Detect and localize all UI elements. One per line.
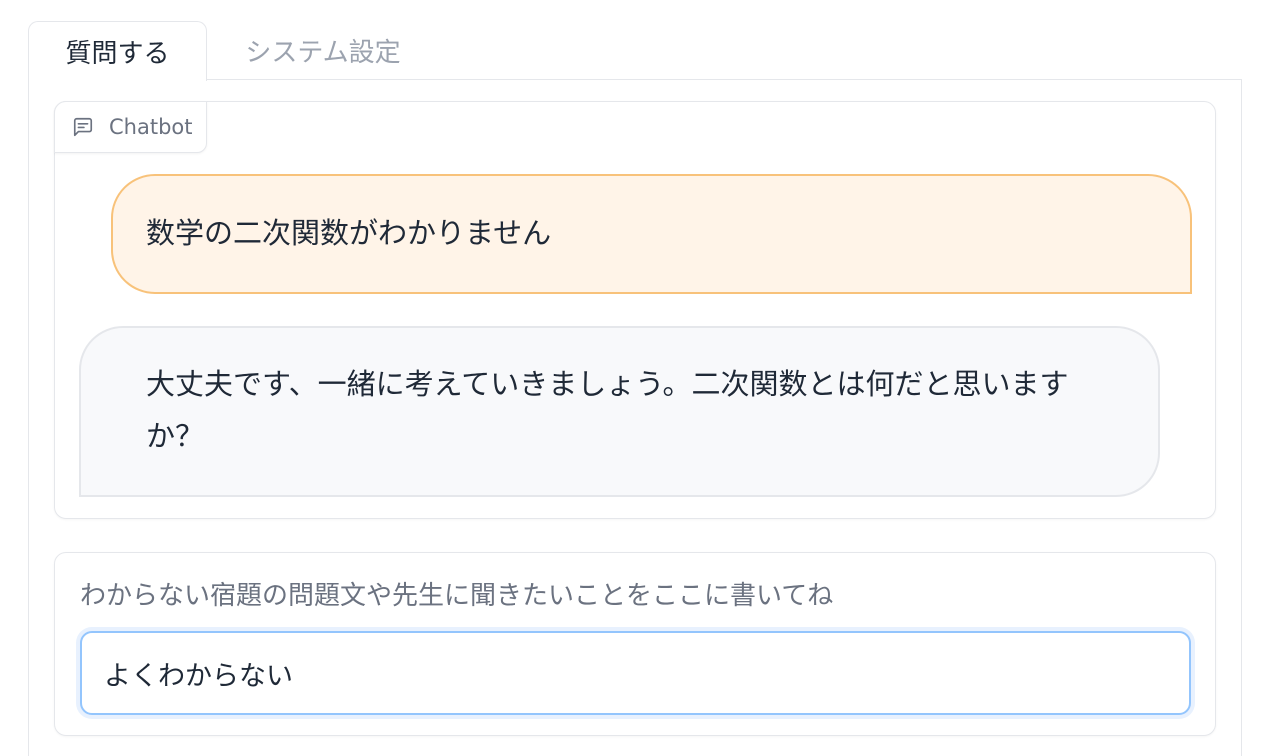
chatbot-label-badge: Chatbot — [54, 101, 207, 153]
tab-ask-question[interactable]: 質問する — [28, 21, 207, 81]
chatbot-panel: Chatbot 数学の二次関数がわかりません 大丈夫です、一緒に考えていきましょ… — [54, 101, 1216, 519]
question-input[interactable]: よくわからない — [80, 631, 1191, 715]
chat-bubble-icon — [73, 117, 93, 137]
bot-message-bubble: 大丈夫です、一緒に考えていきましょう。二次関数とは何だと思いますか？ — [79, 326, 1160, 497]
tab-bar: 質問する システム設定 — [28, 21, 1242, 81]
user-message-bubble: 数学の二次関数がわかりません — [111, 174, 1192, 294]
tab-system-settings[interactable]: システム設定 — [228, 21, 418, 79]
question-input-label: わからない宿題の問題文や先生に聞きたいことをここに書いてね — [80, 581, 834, 611]
chatbot-label-text: Chatbot — [109, 115, 193, 139]
question-input-block: わからない宿題の問題文や先生に聞きたいことをここに書いてね よくわからない — [54, 552, 1216, 736]
app-root: 質問する システム設定 Chatbot 数学の二次関数がわかりません 大丈夫です… — [0, 0, 1266, 756]
